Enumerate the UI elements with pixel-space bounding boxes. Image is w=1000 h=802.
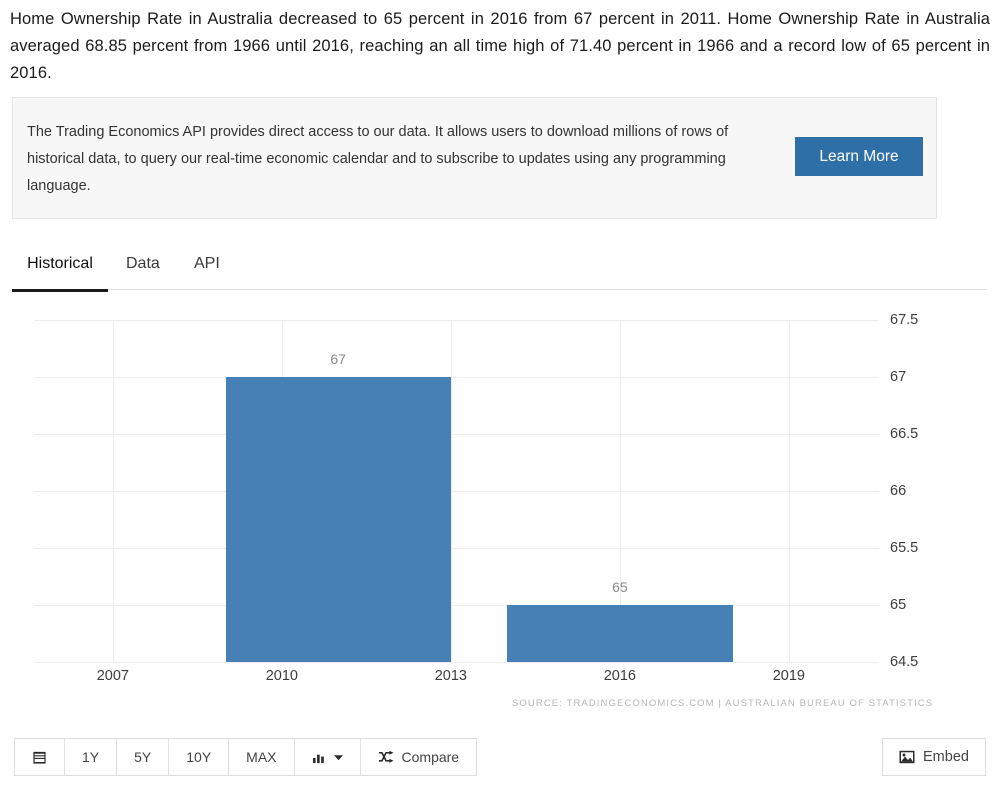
y-gridline xyxy=(34,605,879,606)
plot-area: 67 65 xyxy=(34,320,879,663)
tab-bar: Historical Data API xyxy=(12,246,987,292)
y-gridline xyxy=(34,491,879,492)
y-axis-tick-label: 66.5 xyxy=(890,426,919,442)
bar-value-label: 67 xyxy=(330,351,346,367)
y-axis-tick-label: 65 xyxy=(890,597,907,613)
y-axis-tick-label: 64.5 xyxy=(890,654,919,670)
x-axis-tick-label: 2007 xyxy=(96,668,129,684)
shuffle-icon xyxy=(378,750,395,764)
y-axis-tick-label: 65.5 xyxy=(890,540,919,556)
x-gridline xyxy=(450,320,452,662)
y-gridline xyxy=(34,320,879,321)
y-gridline xyxy=(34,662,879,663)
y-axis-tick-label: 67 xyxy=(890,369,907,385)
compare-label: Compare xyxy=(401,749,460,765)
chart-toolbar: 1Y 5Y 10Y MAX Compare xyxy=(14,738,478,776)
calendar-range-button[interactable] xyxy=(15,739,65,775)
x-axis-tick-label: 2019 xyxy=(772,668,805,684)
x-axis-tick-label: 2010 xyxy=(265,668,298,684)
api-promo-text: The Trading Economics API provides direc… xyxy=(27,124,729,194)
y-axis-tick-label: 66 xyxy=(890,483,907,499)
range-10y-button[interactable]: 10Y xyxy=(169,739,230,775)
x-gridline xyxy=(788,320,790,662)
x-gridline xyxy=(112,320,114,662)
chart-type-dropdown[interactable] xyxy=(295,739,361,775)
x-axis-tick-label: 2013 xyxy=(434,668,467,684)
home-ownership-bar-chart[interactable]: 67 65 SOURCE: TRADINGECONOMICS.COM | AUST… xyxy=(12,292,987,732)
x-axis-tick-label: 2016 xyxy=(603,668,636,684)
api-promo-box: The Trading Economics API provides direc… xyxy=(12,97,937,219)
y-axis-tick-label: 67.5 xyxy=(890,312,919,328)
chart-bar[interactable] xyxy=(225,377,451,662)
tab-historical[interactable]: Historical xyxy=(12,246,108,292)
tab-api[interactable]: API xyxy=(194,246,220,289)
learn-more-button[interactable]: Learn More xyxy=(795,137,923,176)
y-gridline xyxy=(34,548,879,549)
compare-button[interactable]: Compare xyxy=(361,739,477,775)
tab-data[interactable]: Data xyxy=(126,246,160,289)
range-max-button[interactable]: MAX xyxy=(229,739,295,775)
y-gridline xyxy=(34,434,879,435)
calendar-icon xyxy=(32,750,47,765)
range-5y-button[interactable]: 5Y xyxy=(117,739,170,775)
summary-paragraph: Home Ownership Rate in Australia decreas… xyxy=(10,10,990,82)
embed-label: Embed xyxy=(923,749,969,765)
chevron-down-icon xyxy=(333,754,343,761)
chart-source-note: SOURCE: TRADINGECONOMICS.COM | AUSTRALIA… xyxy=(512,698,934,709)
chart-bar[interactable] xyxy=(507,605,733,662)
embed-button[interactable]: Embed xyxy=(882,738,986,776)
range-1y-button[interactable]: 1Y xyxy=(65,739,118,775)
y-gridline xyxy=(34,377,879,378)
bar-value-label: 65 xyxy=(612,579,628,595)
image-icon xyxy=(899,750,915,764)
bar-chart-icon xyxy=(312,750,327,764)
